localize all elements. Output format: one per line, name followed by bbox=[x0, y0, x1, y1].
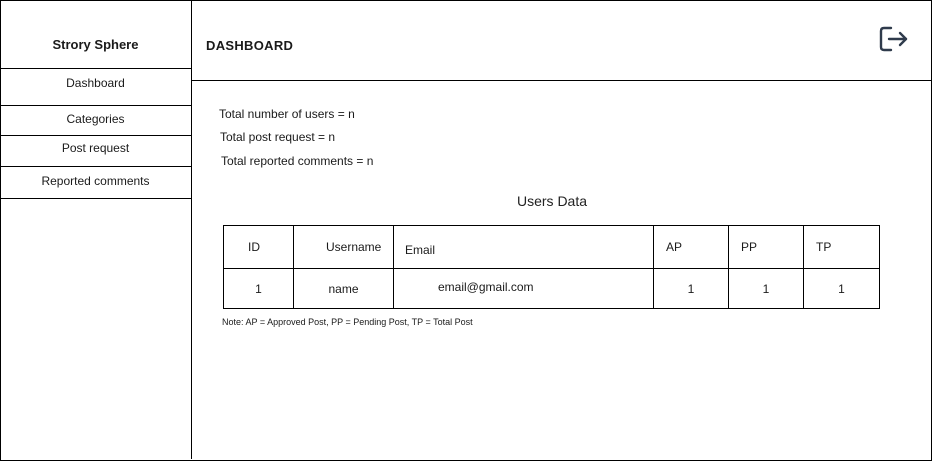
logout-button[interactable] bbox=[878, 24, 910, 54]
sidebar-item-label: Post request bbox=[61, 141, 130, 155]
column-header-email: Email bbox=[393, 225, 654, 269]
column-header-id: ID bbox=[223, 225, 294, 269]
stat-total-post-requests: Total post request = n bbox=[220, 130, 336, 144]
cell-ap: 1 bbox=[653, 268, 729, 309]
cell-id: 1 bbox=[223, 268, 294, 309]
sidebar-item-dashboard[interactable]: Dashboard bbox=[0, 69, 191, 106]
table-header-row: ID Username Email AP PP TP bbox=[223, 225, 880, 269]
cell-tp: 1 bbox=[803, 268, 880, 309]
header: DASHBOARD bbox=[192, 0, 931, 81]
sidebar-item-categories[interactable]: Categories bbox=[0, 106, 191, 136]
sidebar-item-label: Reported comments bbox=[41, 174, 150, 188]
users-data-title: Users Data bbox=[517, 193, 588, 209]
users-table: ID Username Email AP PP TP 1 name email@… bbox=[223, 225, 880, 309]
column-header-ap: AP bbox=[653, 225, 729, 269]
legend-note: Note: AP = Approved Post, PP = Pending P… bbox=[222, 317, 473, 327]
cell-username: name bbox=[293, 268, 394, 309]
table-row[interactable]: 1 name email@gmail.com 1 1 1 bbox=[223, 268, 880, 309]
page-title: DASHBOARD bbox=[206, 38, 294, 53]
column-header-pp: PP bbox=[728, 225, 804, 269]
sidebar-item-reported-comments[interactable]: Reported comments bbox=[0, 167, 191, 199]
stat-total-users: Total number of users = n bbox=[219, 107, 355, 121]
column-header-tp: TP bbox=[803, 225, 880, 269]
stat-total-reported-comments: Total reported comments = n bbox=[221, 154, 374, 168]
sidebar: Strory Sphere Dashboard Categories Post … bbox=[0, 0, 192, 459]
cell-pp: 1 bbox=[728, 268, 804, 309]
sidebar-item-label: Dashboard bbox=[66, 76, 125, 90]
brand-title: Strory Sphere bbox=[0, 0, 191, 69]
sidebar-item-post-request[interactable]: Post request bbox=[0, 136, 191, 167]
column-header-username: Username bbox=[293, 225, 394, 269]
sidebar-item-label: Categories bbox=[66, 112, 125, 126]
cell-email: email@gmail.com bbox=[393, 268, 654, 309]
logout-icon bbox=[879, 26, 908, 52]
